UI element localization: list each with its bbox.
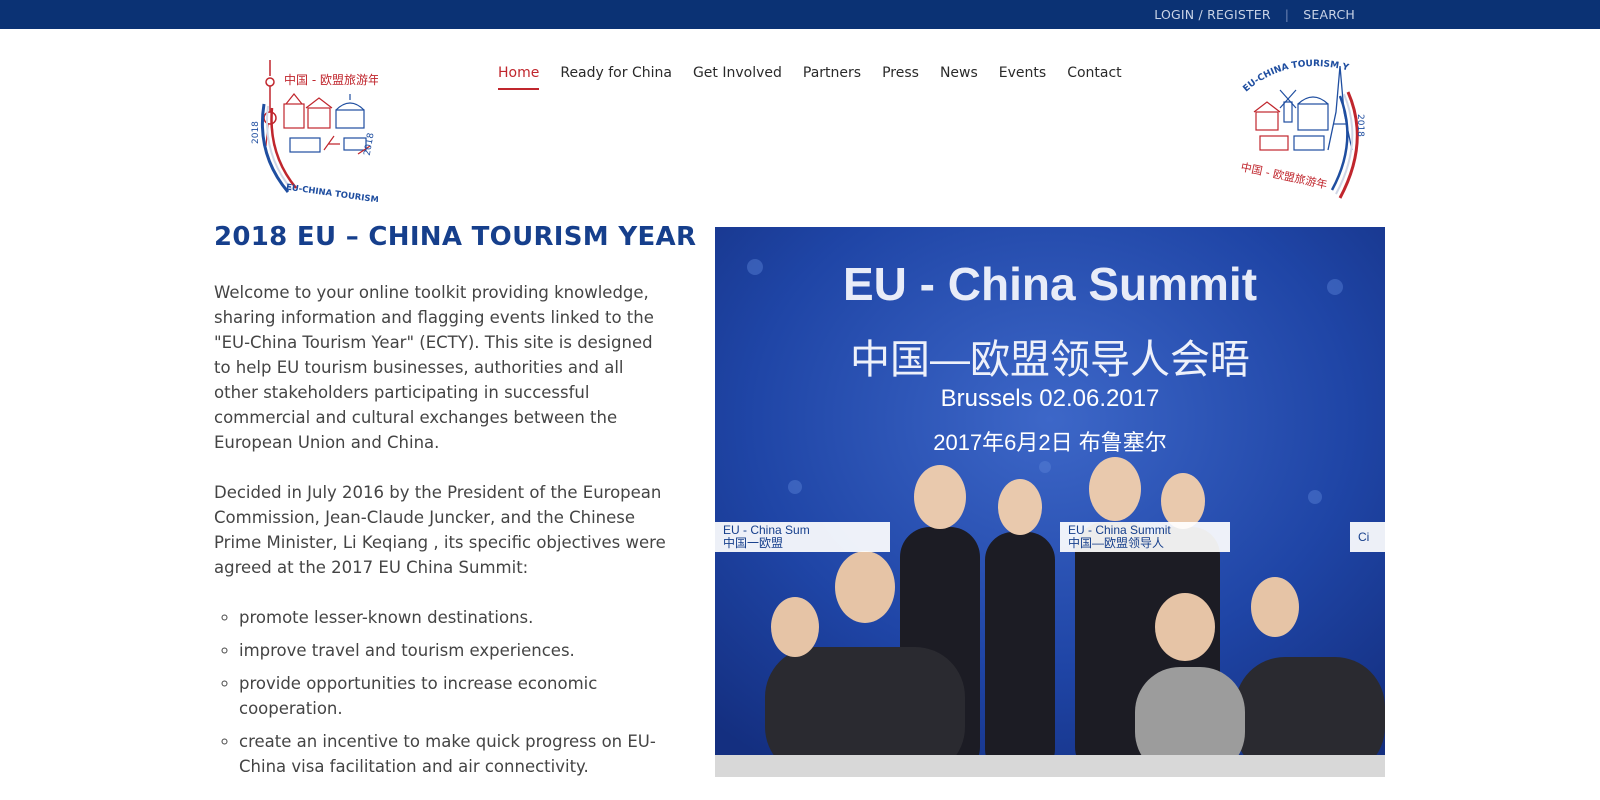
nav-item-news[interactable]: News — [940, 60, 978, 90]
nav-item-contact[interactable]: Contact — [1067, 60, 1121, 90]
search-link[interactable]: SEARCH — [1303, 7, 1355, 22]
intro-paragraph: Welcome to your online toolkit providing… — [214, 283, 654, 452]
nav-item-get-involved[interactable]: Get Involved — [693, 60, 782, 90]
eu-china-tourism-year-logo-icon: 2018 中国 - 欧盟旅游年 2018 EU-CHINA TOURISM YE… — [251, 60, 408, 209]
hero-chinese-title: 中国—欧盟领导人会晤 — [850, 338, 1250, 382]
summit-banner: EU - China Summit 中国—欧盟领导人 — [1060, 522, 1230, 552]
hero-image: EU - China Summit 中国—欧盟领导人会晤 Brussels 02… — [715, 227, 1385, 777]
site-logo-right[interactable]: EU-CHINA TOURISM YEAR 2018 中国 - 欧盟旅游年 — [1233, 45, 1374, 204]
svg-text:EU-CHINA TOURISM YEAR: EU-CHINA TOURISM YEAR — [1236, 52, 1350, 94]
svg-text:2018: 2018 — [251, 121, 261, 144]
svg-text:EU-CHINA TOURISM YEAR: EU-CHINA TOURISM YEAR — [285, 183, 378, 202]
nav-item-home[interactable]: Home — [498, 60, 540, 90]
hero-date: Brussels 02.06.2017 — [940, 385, 1160, 412]
list-item: promote lesser-known destinations. — [239, 605, 669, 630]
svg-text:中国 - 欧盟旅游年: 中国 - 欧盟旅游年 — [1240, 160, 1329, 192]
svg-text:2018: 2018 — [363, 132, 377, 157]
objectives-list: promote lesser-known destinations. impro… — [214, 605, 669, 779]
summit-banner: Ci — [1350, 522, 1385, 552]
page-title: 2018 EU – CHINA TOURISM YEAR — [214, 222, 697, 252]
svg-text:中国 - 欧盟旅游年: 中国 - 欧盟旅游年 — [284, 72, 378, 87]
eu-china-tourism-year-logo-icon: EU-CHINA TOURISM YEAR 2018 中国 - 欧盟旅游年 — [1233, 45, 1365, 199]
summit-banner: EU - China Sum 中国一欧盟 — [715, 522, 890, 552]
top-bar-links: LOGIN / REGISTER | SEARCH — [1154, 0, 1355, 29]
hero-title: EU - China Summit — [842, 258, 1258, 310]
login-register-link[interactable]: LOGIN / REGISTER — [1154, 7, 1271, 22]
top-bar: LOGIN / REGISTER | SEARCH — [0, 0, 1600, 29]
top-bar-separator: | — [1284, 7, 1290, 22]
svg-text:2018: 2018 — [1355, 114, 1365, 137]
intro-text: Welcome to your online toolkit providing… — [214, 280, 669, 787]
nav-item-press[interactable]: Press — [882, 60, 919, 90]
nav-item-events[interactable]: Events — [999, 60, 1046, 90]
list-item: improve travel and tourism experiences. — [239, 638, 669, 663]
objectives-intro-paragraph: Decided in July 2016 by the President of… — [214, 483, 666, 577]
list-item: create an incentive to make quick progre… — [239, 729, 669, 779]
list-item: provide opportunities to increase econom… — [239, 671, 669, 721]
hero-chinese-date: 2017年6月2日 布鲁塞尔 — [933, 430, 1167, 455]
main-navigation: Home Ready for China Get Involved Partne… — [498, 60, 1122, 90]
nav-item-ready-for-china[interactable]: Ready for China — [560, 60, 672, 90]
nav-item-partners[interactable]: Partners — [803, 60, 861, 90]
site-logo-left[interactable]: 2018 中国 - 欧盟旅游年 2018 EU-CHINA TOURISM YE… — [248, 54, 408, 209]
